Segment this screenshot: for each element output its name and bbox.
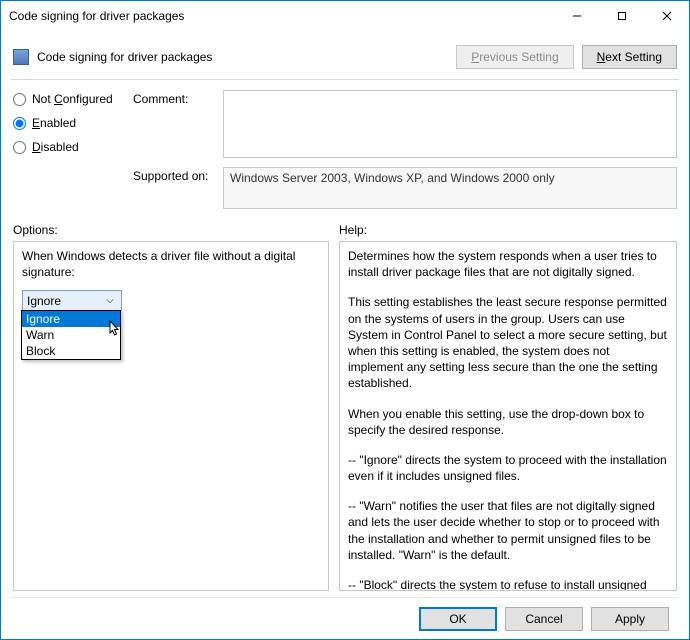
help-paragraph: -- "Warn" notifies the user that files a… bbox=[348, 498, 668, 563]
cancel-button[interactable]: Cancel bbox=[505, 607, 583, 631]
policy-title: Code signing for driver packages bbox=[37, 50, 212, 64]
dialog-footer: OK Cancel Apply bbox=[11, 597, 679, 639]
help-paragraph: Determines how the system responds when … bbox=[348, 248, 668, 280]
signature-action-dropdown: Ignore Warn Block bbox=[21, 310, 121, 360]
settings-grid: Not Configured Enabled Disabled Comment:… bbox=[11, 88, 679, 213]
help-panel[interactable]: Determines how the system responds when … bbox=[339, 241, 677, 591]
policy-header: Code signing for driver packages Previou… bbox=[11, 41, 679, 75]
policy-state-radios: Not Configured Enabled Disabled bbox=[13, 90, 133, 154]
signature-action-combo-wrap: Ignore ⌵ Ignore Warn Block bbox=[22, 290, 122, 311]
window-title: Code signing for driver packages bbox=[9, 9, 554, 23]
help-paragraph: This setting establishes the least secur… bbox=[348, 294, 668, 391]
signature-action-combo[interactable]: Ignore ⌵ bbox=[22, 290, 122, 311]
comment-label: Comment: bbox=[133, 90, 223, 106]
close-icon bbox=[662, 11, 672, 21]
next-setting-rest: ext Setting bbox=[605, 50, 662, 64]
panels-row: When Windows detects a driver file witho… bbox=[11, 241, 679, 591]
help-paragraph: -- "Block" directs the system to refuse … bbox=[348, 577, 668, 591]
maximize-button[interactable] bbox=[599, 1, 644, 31]
chevron-down-icon: ⌵ bbox=[103, 295, 117, 306]
minimize-button[interactable] bbox=[554, 1, 599, 31]
previous-setting-button: Previous Setting bbox=[456, 45, 573, 69]
supported-on-text: Windows Server 2003, Windows XP, and Win… bbox=[223, 167, 677, 209]
ok-button[interactable]: OK bbox=[419, 607, 497, 631]
policy-icon bbox=[13, 49, 29, 65]
header-buttons: Previous Setting Next Setting bbox=[456, 45, 677, 69]
options-prompt: When Windows detects a driver file witho… bbox=[22, 248, 320, 280]
titlebar: Code signing for driver packages bbox=[1, 1, 689, 31]
maximize-icon bbox=[617, 11, 627, 21]
options-label: Options: bbox=[13, 223, 339, 237]
radio-enabled[interactable]: Enabled bbox=[13, 116, 133, 130]
window-controls bbox=[554, 1, 689, 31]
content-area: Code signing for driver packages Previou… bbox=[1, 31, 689, 639]
minimize-icon bbox=[572, 11, 582, 21]
radio-enabled-input[interactable] bbox=[13, 117, 26, 130]
radio-disabled-input[interactable] bbox=[13, 141, 26, 154]
dropdown-option-block[interactable]: Block bbox=[22, 343, 120, 359]
divider bbox=[11, 79, 679, 80]
next-setting-button[interactable]: Next Setting bbox=[582, 45, 677, 69]
options-panel: When Windows detects a driver file witho… bbox=[13, 241, 329, 591]
dropdown-option-ignore[interactable]: Ignore bbox=[22, 311, 120, 327]
close-button[interactable] bbox=[644, 1, 689, 31]
radio-not-configured[interactable]: Not Configured bbox=[13, 92, 133, 106]
radio-not-configured-input[interactable] bbox=[13, 93, 26, 106]
section-labels: Options: Help: bbox=[11, 213, 679, 241]
dropdown-option-warn[interactable]: Warn bbox=[22, 327, 120, 343]
apply-button[interactable]: Apply bbox=[591, 607, 669, 631]
comment-field[interactable] bbox=[223, 90, 677, 158]
help-paragraph: -- "Ignore" directs the system to procee… bbox=[348, 452, 668, 484]
help-label: Help: bbox=[339, 223, 677, 237]
radio-disabled[interactable]: Disabled bbox=[13, 140, 133, 154]
previous-setting-rest: revious Setting bbox=[479, 50, 558, 64]
policy-editor-window: Code signing for driver packages Code si… bbox=[0, 0, 690, 640]
help-paragraph: When you enable this setting, use the dr… bbox=[348, 406, 668, 438]
signature-action-value: Ignore bbox=[27, 294, 103, 308]
supported-on-label: Supported on: bbox=[133, 167, 223, 183]
